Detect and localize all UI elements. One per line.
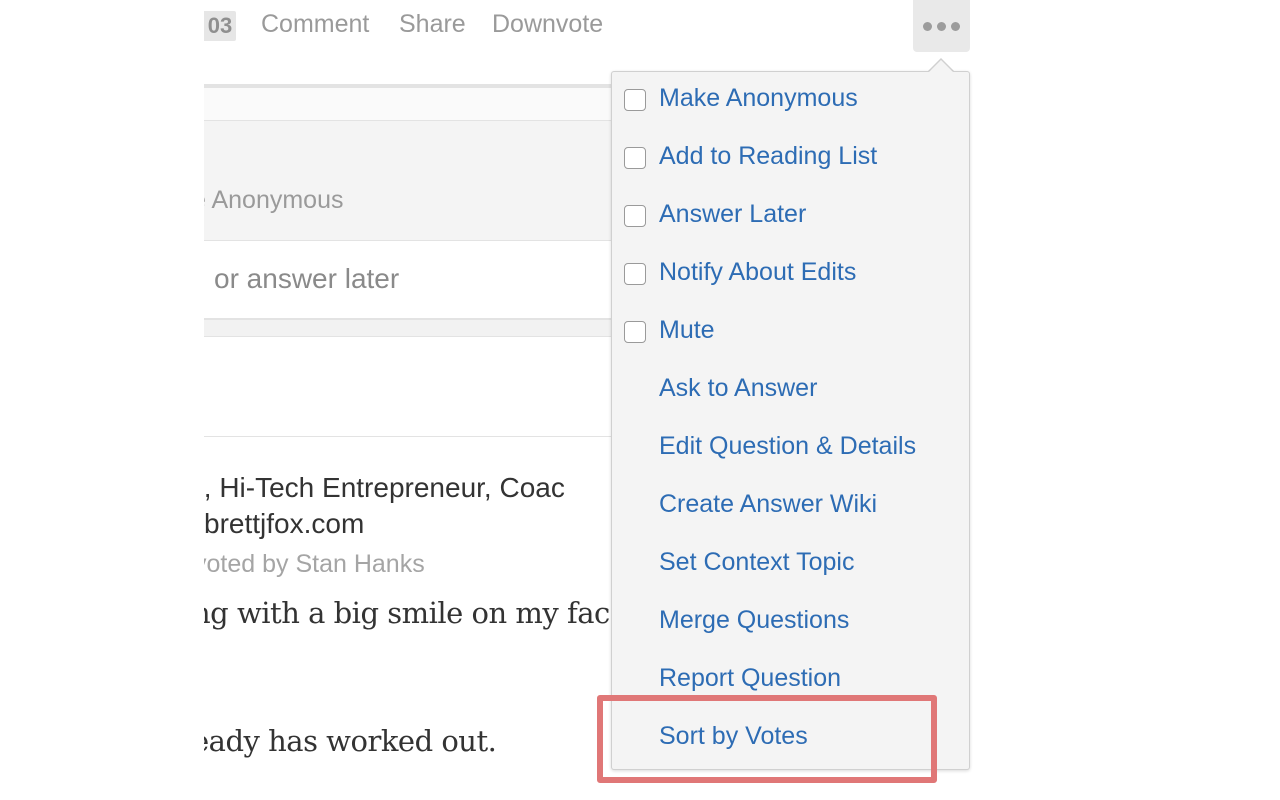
upvoted-by[interactable]: voted by Stan Hanks: [204, 550, 425, 579]
checkbox[interactable]: [624, 263, 646, 285]
menu-item-ask-to-answer[interactable]: Ask to Answer: [612, 362, 969, 420]
anonymous-prompt-subtitle[interactable]: e Anonymous: [204, 186, 344, 215]
menu-item-label: Add to Reading List: [659, 142, 878, 170]
author-credential: O, Hi-Tech Entrepreneur, Coac: [204, 472, 565, 503]
menu-item-merge-questions[interactable]: Merge Questions: [612, 594, 969, 652]
share-button[interactable]: Share: [399, 10, 466, 39]
menu-item-notify-about-edits[interactable]: Notify About Edits: [612, 246, 969, 304]
ellipsis-icon: [937, 22, 946, 31]
more-options-button[interactable]: [913, 0, 970, 52]
divider: [204, 436, 624, 437]
menu-item-label: Edit Question & Details: [659, 432, 917, 460]
menu-item-label: Mute: [659, 316, 715, 344]
menu-item-label: Report Question: [659, 664, 842, 692]
menu-item-label: Answer Later: [659, 200, 807, 228]
menu-item-label: Ask to Answer: [659, 374, 818, 402]
menu-item-make-anonymous[interactable]: Make Anonymous: [612, 72, 969, 130]
checkbox[interactable]: [624, 205, 646, 227]
section-divider: [204, 320, 624, 337]
menu-item-label: Make Anonymous: [659, 84, 858, 112]
action-bar: 03 Comment Share Downvote: [204, 0, 624, 52]
answer-text: eady has worked out.: [204, 724, 497, 758]
menu-item-mute[interactable]: Mute: [612, 304, 969, 362]
menu-pointer-fill: [929, 60, 953, 72]
checkbox[interactable]: [624, 321, 646, 343]
ellipsis-icon: [923, 22, 932, 31]
checkbox[interactable]: [624, 147, 646, 169]
more-options-menu: Make Anonymous Add to Reading List Answe…: [611, 71, 970, 770]
menu-item-edit-question[interactable]: Edit Question & Details: [612, 420, 969, 478]
answer-text: ng with a big smile on my face.: [204, 596, 624, 630]
checkbox[interactable]: [624, 89, 646, 111]
menu-item-label: Merge Questions: [659, 606, 850, 634]
answer-later-text[interactable]: or answer later: [214, 263, 399, 295]
menu-item-create-answer-wiki[interactable]: Create Answer Wiki: [612, 478, 969, 536]
upvote-count[interactable]: 03: [204, 11, 236, 41]
ellipsis-icon: [951, 22, 960, 31]
question-page: 03 Comment Share Downvote a e Anonymous …: [204, 0, 624, 800]
downvote-button[interactable]: Downvote: [492, 10, 603, 39]
menu-item-label: Set Context Topic: [659, 548, 855, 576]
menu-item-label: Create Answer Wiki: [659, 490, 878, 518]
menu-item-label: Notify About Edits: [659, 258, 857, 286]
comment-button[interactable]: Comment: [261, 10, 369, 39]
anonymous-prompt: [204, 121, 624, 241]
menu-item-add-to-reading-list[interactable]: Add to Reading List: [612, 130, 969, 188]
highlight-box: [597, 695, 937, 783]
section-spacer: [204, 88, 624, 121]
author-website[interactable]: brettjfox.com: [204, 508, 364, 540]
menu-item-set-context-topic[interactable]: Set Context Topic: [612, 536, 969, 594]
menu-item-answer-later[interactable]: Answer Later: [612, 188, 969, 246]
